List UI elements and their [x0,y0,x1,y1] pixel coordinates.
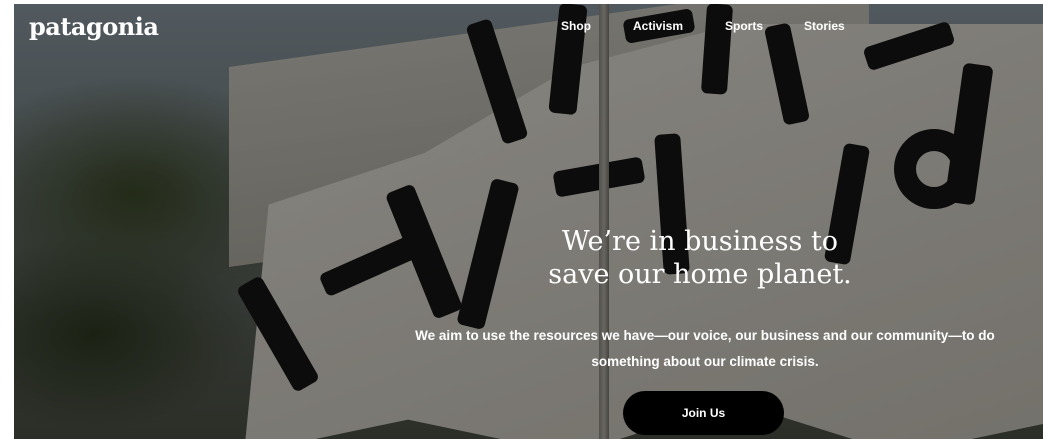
hero-headline: We’re in business to save our home plane… [490,225,910,291]
nav-item-activism[interactable]: Activism [633,19,683,33]
nav-item-sports[interactable]: Sports [725,19,763,33]
main-nav: Shop Activism Sports Stories [0,19,1043,35]
hero-headline-line-1: We’re in business to [561,226,839,257]
nav-item-shop[interactable]: Shop [561,19,591,33]
hero-headline-line-2: save our home planet. [548,259,852,290]
page: patagonia Shop Activism Sports Stories W… [0,0,1043,439]
join-us-button[interactable]: Join Us [623,391,784,435]
hero-lead-text: We aim to use the resources we have—our … [415,328,995,369]
nav-item-stories[interactable]: Stories [804,19,845,33]
